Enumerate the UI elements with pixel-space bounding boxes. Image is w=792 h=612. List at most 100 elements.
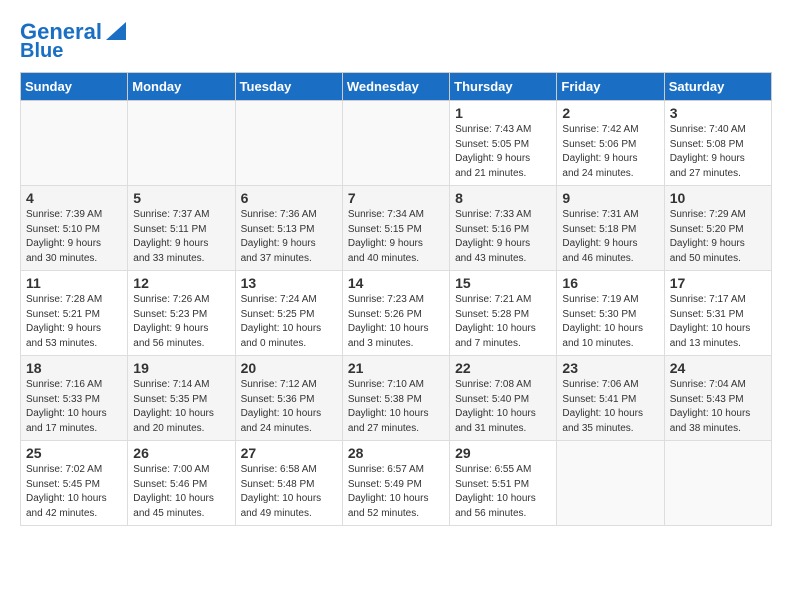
day-detail: Sunrise: 7:12 AM Sunset: 5:36 PM Dayligh…	[241, 378, 337, 436]
day-number: 11	[26, 275, 122, 291]
day-detail: Sunrise: 6:58 AM Sunset: 5:48 PM Dayligh…	[241, 463, 337, 521]
day-detail: Sunrise: 7:04 AM Sunset: 5:43 PM Dayligh…	[670, 378, 766, 436]
calendar-cell	[664, 441, 771, 526]
day-number: 16	[562, 275, 658, 291]
calendar-cell: 18 Sunrise: 7:16 AM Sunset: 5:33 PM Dayli…	[21, 356, 128, 441]
calendar-cell: 12 Sunrise: 7:26 AM Sunset: 5:23 PM Dayli…	[128, 271, 235, 356]
logo-icon	[104, 20, 126, 42]
calendar-cell: 29Sunrise: 6:55 AM Sunset: 5:51 PM Dayli…	[450, 441, 557, 526]
calendar-cell: 28 Sunrise: 6:57 AM Sunset: 5:49 PM Dayli…	[342, 441, 449, 526]
day-number: 27	[241, 445, 337, 461]
calendar-cell: 19 Sunrise: 7:14 AM Sunset: 5:35 PM Dayli…	[128, 356, 235, 441]
calendar-cell: 25 Sunrise: 7:02 AM Sunset: 5:45 PM Dayli…	[21, 441, 128, 526]
day-number: 26	[133, 445, 229, 461]
day-number: 22	[455, 360, 551, 376]
calendar-cell: 9 Sunrise: 7:31 AM Sunset: 5:18 PM Daylig…	[557, 186, 664, 271]
day-number: 2	[562, 105, 658, 121]
day-detail: Sunrise: 7:31 AM Sunset: 5:18 PM Dayligh…	[562, 208, 658, 266]
day-detail: Sunrise: 7:24 AM Sunset: 5:25 PM Dayligh…	[241, 293, 337, 351]
day-detail: Sunrise: 7:43 AM Sunset: 5:05 PM Dayligh…	[455, 123, 551, 181]
day-detail: Sunrise: 7:08 AM Sunset: 5:40 PM Dayligh…	[455, 378, 551, 436]
day-detail: Sunrise: 7:26 AM Sunset: 5:23 PM Dayligh…	[133, 293, 229, 351]
day-detail: Sunrise: 7:19 AM Sunset: 5:30 PM Dayligh…	[562, 293, 658, 351]
weekday-header: Wednesday	[342, 73, 449, 101]
day-number: 12	[133, 275, 229, 291]
calendar-week-row: 1 Sunrise: 7:43 AM Sunset: 5:05 PM Daylig…	[21, 101, 772, 186]
logo: General Blue	[20, 20, 126, 62]
calendar-cell: 26 Sunrise: 7:00 AM Sunset: 5:46 PM Dayli…	[128, 441, 235, 526]
day-detail: Sunrise: 7:02 AM Sunset: 5:45 PM Dayligh…	[26, 463, 122, 521]
calendar-week-row: 11 Sunrise: 7:28 AM Sunset: 5:21 PM Dayli…	[21, 271, 772, 356]
calendar-week-row: 18 Sunrise: 7:16 AM Sunset: 5:33 PM Dayli…	[21, 356, 772, 441]
day-number: 5	[133, 190, 229, 206]
day-number: 10	[670, 190, 766, 206]
weekday-header: Monday	[128, 73, 235, 101]
logo-subtext: Blue	[20, 40, 63, 62]
day-detail: Sunrise: 7:29 AM Sunset: 5:20 PM Dayligh…	[670, 208, 766, 266]
weekday-header: Friday	[557, 73, 664, 101]
day-detail: Sunrise: 7:28 AM Sunset: 5:21 PM Dayligh…	[26, 293, 122, 351]
day-number: 4	[26, 190, 122, 206]
calendar-cell: 15Sunrise: 7:21 AM Sunset: 5:28 PM Dayli…	[450, 271, 557, 356]
calendar-cell: 10 Sunrise: 7:29 AM Sunset: 5:20 PM Dayli…	[664, 186, 771, 271]
calendar-cell	[128, 101, 235, 186]
day-number: 8	[455, 190, 551, 206]
day-number: 7	[348, 190, 444, 206]
calendar-cell: 11 Sunrise: 7:28 AM Sunset: 5:21 PM Dayli…	[21, 271, 128, 356]
day-number: 6	[241, 190, 337, 206]
calendar-cell: 23 Sunrise: 7:06 AM Sunset: 5:41 PM Dayli…	[557, 356, 664, 441]
day-detail: Sunrise: 7:42 AM Sunset: 5:06 PM Dayligh…	[562, 123, 658, 181]
calendar-week-row: 4 Sunrise: 7:39 AM Sunset: 5:10 PM Daylig…	[21, 186, 772, 271]
day-detail: Sunrise: 7:00 AM Sunset: 5:46 PM Dayligh…	[133, 463, 229, 521]
calendar-cell	[21, 101, 128, 186]
day-detail: Sunrise: 7:23 AM Sunset: 5:26 PM Dayligh…	[348, 293, 444, 351]
calendar-cell: 4 Sunrise: 7:39 AM Sunset: 5:10 PM Daylig…	[21, 186, 128, 271]
calendar-cell: 14 Sunrise: 7:23 AM Sunset: 5:26 PM Dayli…	[342, 271, 449, 356]
calendar-cell: 3Sunrise: 7:40 AM Sunset: 5:08 PM Daylig…	[664, 101, 771, 186]
calendar-cell: 13 Sunrise: 7:24 AM Sunset: 5:25 PM Dayli…	[235, 271, 342, 356]
calendar-header-row: SundayMondayTuesdayWednesdayThursdayFrid…	[21, 73, 772, 101]
calendar-cell: 1 Sunrise: 7:43 AM Sunset: 5:05 PM Daylig…	[450, 101, 557, 186]
day-number: 13	[241, 275, 337, 291]
day-detail: Sunrise: 7:39 AM Sunset: 5:10 PM Dayligh…	[26, 208, 122, 266]
weekday-header: Tuesday	[235, 73, 342, 101]
calendar-cell	[235, 101, 342, 186]
weekday-header: Saturday	[664, 73, 771, 101]
calendar-cell: 24 Sunrise: 7:04 AM Sunset: 5:43 PM Dayli…	[664, 356, 771, 441]
day-number: 14	[348, 275, 444, 291]
calendar-cell: 5Sunrise: 7:37 AM Sunset: 5:11 PM Daylig…	[128, 186, 235, 271]
day-number: 9	[562, 190, 658, 206]
day-number: 18	[26, 360, 122, 376]
calendar-cell: 20 Sunrise: 7:12 AM Sunset: 5:36 PM Dayli…	[235, 356, 342, 441]
day-detail: Sunrise: 7:16 AM Sunset: 5:33 PM Dayligh…	[26, 378, 122, 436]
calendar-cell	[557, 441, 664, 526]
calendar-cell: 21Sunrise: 7:10 AM Sunset: 5:38 PM Dayli…	[342, 356, 449, 441]
weekday-header: Thursday	[450, 73, 557, 101]
day-number: 19	[133, 360, 229, 376]
calendar-week-row: 25 Sunrise: 7:02 AM Sunset: 5:45 PM Dayli…	[21, 441, 772, 526]
day-number: 23	[562, 360, 658, 376]
day-detail: Sunrise: 7:36 AM Sunset: 5:13 PM Dayligh…	[241, 208, 337, 266]
calendar-cell: 17 Sunrise: 7:17 AM Sunset: 5:31 PM Dayli…	[664, 271, 771, 356]
day-detail: Sunrise: 7:40 AM Sunset: 5:08 PM Dayligh…	[670, 123, 766, 181]
calendar-cell: 16 Sunrise: 7:19 AM Sunset: 5:30 PM Dayli…	[557, 271, 664, 356]
day-number: 24	[670, 360, 766, 376]
day-number: 28	[348, 445, 444, 461]
calendar-cell: 27 Sunrise: 6:58 AM Sunset: 5:48 PM Dayli…	[235, 441, 342, 526]
day-detail: Sunrise: 7:06 AM Sunset: 5:41 PM Dayligh…	[562, 378, 658, 436]
day-detail: Sunrise: 7:33 AM Sunset: 5:16 PM Dayligh…	[455, 208, 551, 266]
day-number: 25	[26, 445, 122, 461]
day-number: 17	[670, 275, 766, 291]
calendar-cell	[342, 101, 449, 186]
day-detail: Sunrise: 7:17 AM Sunset: 5:31 PM Dayligh…	[670, 293, 766, 351]
day-detail: Sunrise: 6:57 AM Sunset: 5:49 PM Dayligh…	[348, 463, 444, 521]
day-number: 20	[241, 360, 337, 376]
day-detail: Sunrise: 7:14 AM Sunset: 5:35 PM Dayligh…	[133, 378, 229, 436]
calendar-cell: 22 Sunrise: 7:08 AM Sunset: 5:40 PM Dayli…	[450, 356, 557, 441]
day-number: 21	[348, 360, 444, 376]
day-detail: Sunrise: 7:34 AM Sunset: 5:15 PM Dayligh…	[348, 208, 444, 266]
page-header: General Blue	[20, 20, 772, 62]
day-number: 29	[455, 445, 551, 461]
day-number: 1	[455, 105, 551, 121]
day-detail: Sunrise: 7:21 AM Sunset: 5:28 PM Dayligh…	[455, 293, 551, 351]
